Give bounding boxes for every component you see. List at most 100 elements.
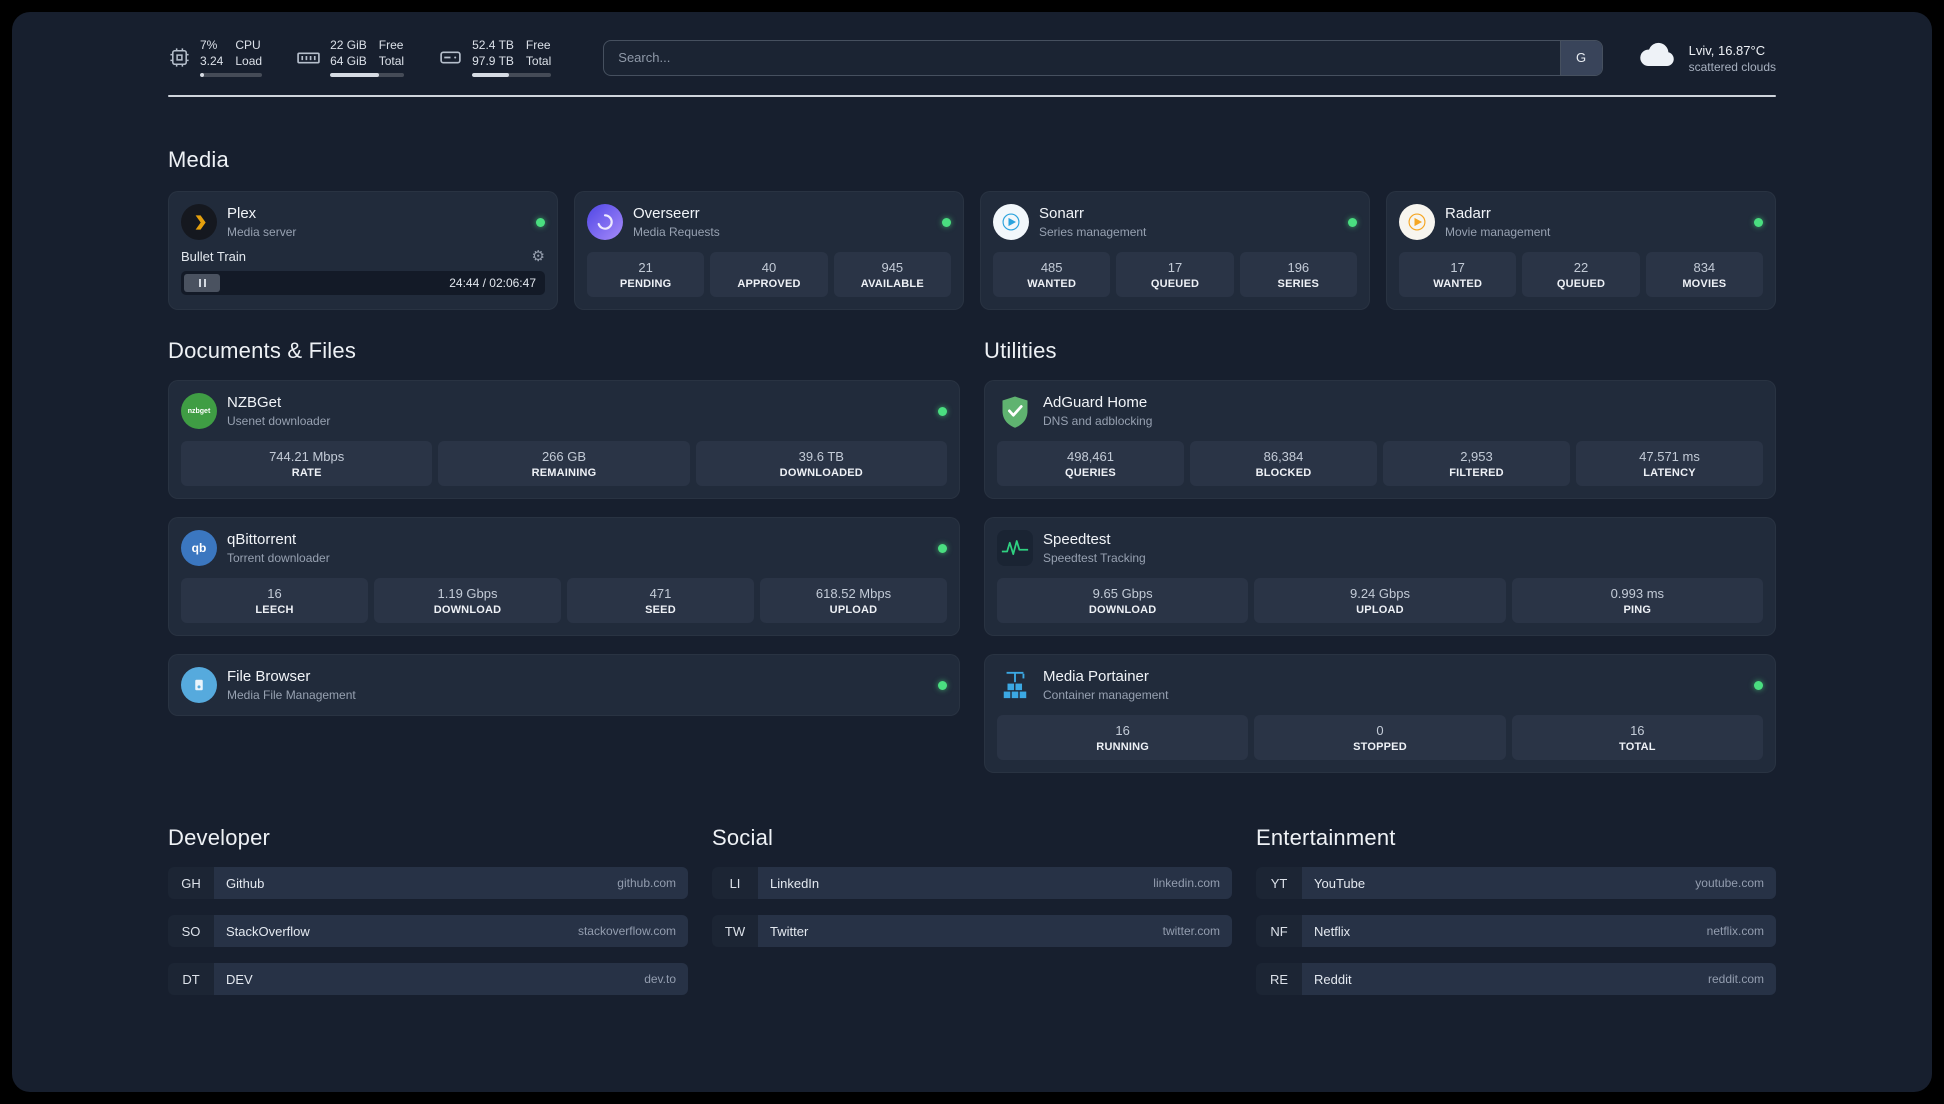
- bookmark-stackoverflow[interactable]: SO StackOverflow stackoverflow.com: [168, 915, 688, 948]
- service-subtitle: Media File Management: [227, 688, 356, 703]
- status-dot: [1348, 217, 1357, 227]
- service-card-overseerr[interactable]: Overseerr Media Requests 21 PENDING 40 APP…: [574, 191, 964, 311]
- section-media: Media Plex Media server Bullet Train ⚙ 2…: [168, 147, 1776, 311]
- stat-label: PENDING: [619, 278, 672, 291]
- stat-tile: 196 SERIES: [1239, 252, 1357, 298]
- service-name: Radarr: [1445, 205, 1491, 223]
- status-dot: [942, 217, 951, 227]
- stat-label: DOWNLOADED: [779, 467, 863, 480]
- disk-icon: [438, 45, 463, 70]
- bookmark-name: LinkedIn: [770, 875, 820, 891]
- service-card-speedtest[interactable]: Speedtest Speedtest Tracking 9.65 Gbps DO…: [984, 517, 1776, 637]
- stat-label: WANTED: [1027, 278, 1077, 291]
- service-card-portainer[interactable]: Media Portainer Container management 16 R…: [984, 654, 1776, 774]
- stat-tile: 1.19 Gbps DOWNLOAD: [374, 578, 561, 624]
- stat-tile: 485 WANTED: [993, 252, 1111, 298]
- service-name: File Browser: [227, 668, 311, 686]
- stat-tile: 47.571 ms LATENCY: [1576, 441, 1763, 487]
- search-bar: G: [603, 39, 1603, 76]
- section-developer: Developer GH Github github.com SO StackOv…: [168, 825, 688, 1011]
- service-name: NZBGet: [227, 394, 282, 412]
- section-utilities: Utilities AdGuard Home DNS and adblockin…: [984, 338, 1776, 774]
- service-card-radarr[interactable]: Radarr Movie management 17 WANTED 22 QUEUE…: [1386, 191, 1776, 311]
- service-name: qBittorrent: [227, 531, 297, 549]
- sonarr-icon: [993, 204, 1029, 241]
- bookmark-domain: dev.to: [644, 972, 676, 987]
- stat-value: 9.24 Gbps: [1349, 586, 1410, 602]
- stat-value: 0: [1376, 723, 1384, 739]
- stat-value: 196: [1287, 260, 1310, 276]
- service-card-qbittorrent[interactable]: qb qBittorrent Torrent downloader 16 LEEC…: [168, 517, 960, 637]
- section-title-documents: Documents & Files: [168, 338, 357, 364]
- cpu-progress: [200, 73, 263, 78]
- disk-free-label: Free: [525, 38, 551, 52]
- bookmark-abbr: DT: [168, 963, 214, 996]
- stat-value: 0.993 ms: [1610, 586, 1665, 602]
- ram-total-value: 64 GiB: [330, 53, 367, 68]
- service-card-filebrowser[interactable]: File Browser Media File Management: [168, 654, 960, 717]
- bookmark-github[interactable]: GH Github github.com: [168, 867, 688, 900]
- stat-tile: 17 QUEUED: [1116, 252, 1234, 298]
- memory-icon: [296, 45, 321, 70]
- stat-tile: 16 RUNNING: [997, 715, 1249, 761]
- weather-condition: scattered clouds: [1688, 59, 1776, 74]
- stat-tile: 834 MOVIES: [1645, 252, 1763, 298]
- disk-progress: [472, 73, 552, 78]
- search-input[interactable]: [604, 40, 1560, 75]
- stat-tile: 17 WANTED: [1399, 252, 1517, 298]
- bookmark-linkedin[interactable]: LI LinkedIn linkedin.com: [712, 867, 1232, 900]
- disk-widget: 52.4 TB 97.9 TB Free Total: [438, 38, 552, 78]
- bookmark-twitter[interactable]: TW Twitter twitter.com: [712, 915, 1232, 948]
- stat-value: 2,953: [1460, 449, 1493, 465]
- stat-label: RUNNING: [1096, 741, 1150, 754]
- stat-value: 39.6 TB: [798, 449, 844, 465]
- stat-label: PING: [1623, 604, 1652, 617]
- portainer-icon: [997, 667, 1033, 703]
- service-card-sonarr[interactable]: Sonarr Series management 485 WANTED 17 QUE…: [980, 191, 1370, 311]
- service-name: Plex: [227, 205, 257, 223]
- service-name: Media Portainer: [1043, 668, 1149, 686]
- service-subtitle: Media Requests: [633, 225, 720, 240]
- cpu-load-value: 3.24: [200, 53, 224, 68]
- stat-tile: 86,384 BLOCKED: [1190, 441, 1377, 487]
- bookmark-name: DEV: [226, 971, 253, 987]
- stat-value: 16: [1630, 723, 1645, 739]
- bookmark-netflix[interactable]: NF Netflix netflix.com: [1256, 915, 1776, 948]
- stat-label: FILTERED: [1449, 467, 1504, 480]
- stat-label: QUEUED: [1556, 278, 1606, 291]
- service-card-plex[interactable]: Plex Media server Bullet Train ⚙ 24:44 /…: [168, 191, 558, 311]
- bookmark-dev[interactable]: DT DEV dev.to: [168, 963, 688, 996]
- dashboard: 7% 3.24 CPU Load 22 GiB 64 GiB Free Total: [12, 12, 1932, 1092]
- bookmark-name: Twitter: [770, 923, 809, 939]
- search-provider-button[interactable]: G: [1559, 40, 1602, 75]
- bookmark-abbr: YT: [1256, 867, 1302, 900]
- gear-icon[interactable]: ⚙: [532, 249, 545, 264]
- bookmark-abbr: GH: [168, 867, 214, 900]
- service-card-nzbget[interactable]: nzbget NZBGet Usenet downloader 744.21 M…: [168, 380, 960, 500]
- bookmark-name: StackOverflow: [226, 923, 310, 939]
- bookmark-domain: stackoverflow.com: [577, 924, 676, 939]
- bookmark-domain: twitter.com: [1162, 924, 1220, 939]
- bookmark-reddit[interactable]: RE Reddit reddit.com: [1256, 963, 1776, 996]
- stat-tile: 618.52 Mbps UPLOAD: [760, 578, 947, 624]
- service-card-adguard[interactable]: AdGuard Home DNS and adblocking 498,461 Q…: [984, 380, 1776, 500]
- section-documents: Documents & Files nzbget NZBGet Usenet d…: [168, 338, 960, 773]
- status-dot: [1754, 217, 1763, 227]
- stat-tile: 266 GB REMAINING: [438, 441, 690, 487]
- section-title-utilities: Utilities: [984, 338, 1057, 364]
- adguard-icon: [997, 393, 1033, 429]
- stat-label: QUERIES: [1065, 467, 1116, 480]
- pause-button[interactable]: [184, 274, 220, 293]
- stat-value: 21: [638, 260, 653, 276]
- stat-value: 498,461: [1067, 449, 1114, 465]
- stat-label: WANTED: [1433, 278, 1483, 291]
- status-dot: [938, 543, 947, 553]
- service-subtitle: Movie management: [1445, 225, 1551, 240]
- stat-tile: 471 SEED: [567, 578, 754, 624]
- stat-value: 16: [1115, 723, 1130, 739]
- bookmark-name: Github: [226, 875, 265, 891]
- top-bar: 7% 3.24 CPU Load 22 GiB 64 GiB Free Total: [168, 38, 1776, 78]
- speedtest-icon: [997, 530, 1033, 567]
- bookmark-youtube[interactable]: YT YouTube youtube.com: [1256, 867, 1776, 900]
- stat-label: LEECH: [255, 604, 294, 617]
